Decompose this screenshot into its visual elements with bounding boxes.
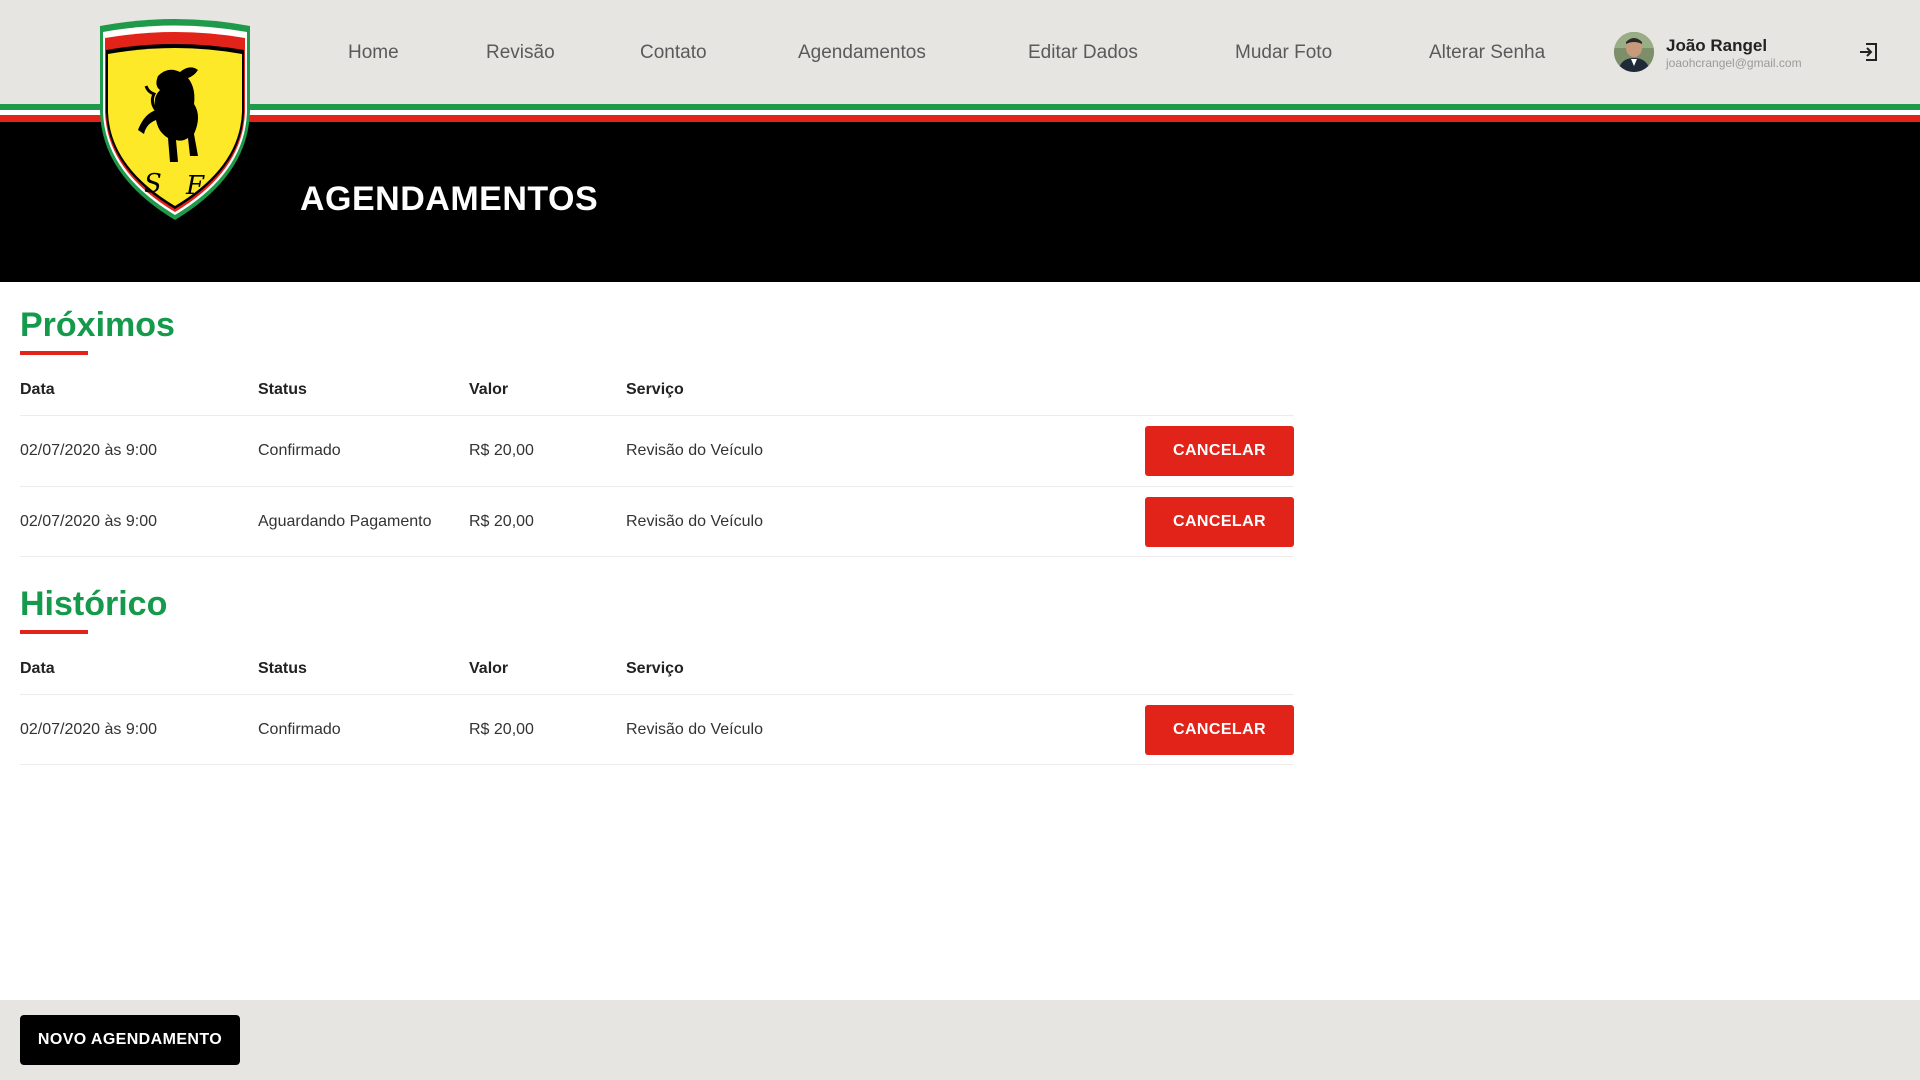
col-status: Status (258, 660, 307, 677)
svg-text:F: F (185, 171, 205, 201)
col-servico: Serviço (626, 660, 684, 677)
table-row: 02/07/2020 às 9:00 Confirmado R$ 20,00 R… (20, 415, 1294, 486)
row-date: 02/07/2020 às 9:00 (20, 513, 158, 530)
row-value: R$ 20,00 (469, 442, 534, 459)
cancel-button[interactable]: CANCELAR (1145, 497, 1294, 547)
cancel-button[interactable]: CANCELAR (1145, 426, 1294, 476)
upcoming-table-body: 02/07/2020 às 9:00 Confirmado R$ 20,00 R… (20, 415, 1294, 557)
stripe-red (0, 115, 1920, 122)
row-date: 02/07/2020 às 9:00 (20, 442, 158, 459)
row-service: Revisão do Veículo (626, 513, 763, 530)
col-valor: Valor (469, 660, 509, 677)
row-status: Aguardando Pagamento (258, 513, 432, 530)
nav-contato[interactable]: Contato (640, 42, 707, 64)
user-name: João Rangel (1666, 36, 1768, 55)
ferrari-shield-logo-icon[interactable]: S F (98, 16, 252, 220)
history-table-body: 02/07/2020 às 9:00 Confirmado R$ 20,00 R… (20, 694, 1294, 765)
col-status: Status (258, 381, 307, 398)
row-date: 02/07/2020 às 9:00 (20, 721, 158, 738)
row-status: Confirmado (258, 442, 341, 459)
row-service: Revisão do Veículo (626, 721, 763, 738)
nav-home[interactable]: Home (348, 42, 399, 64)
table-row: 02/07/2020 às 9:00 Aguardando Pagamento … (20, 486, 1294, 557)
row-value: R$ 20,00 (469, 513, 534, 530)
table-header: Data Status Valor Serviço (20, 634, 1294, 694)
top-navbar: Home Revisão Contato Agendamentos Editar… (0, 0, 1920, 104)
page-hero: AGENDAMENTOS (0, 122, 1920, 282)
col-data: Data (20, 381, 55, 398)
page-title: AGENDAMENTOS (300, 180, 599, 218)
col-valor: Valor (469, 381, 509, 398)
history-title: Histórico (20, 585, 168, 623)
logout-icon[interactable] (1858, 42, 1878, 62)
cancel-button[interactable]: CANCELAR (1145, 705, 1294, 755)
svg-text:S: S (144, 169, 162, 199)
upcoming-title: Próximos (20, 306, 175, 344)
col-servico: Serviço (626, 381, 684, 398)
row-value: R$ 20,00 (469, 721, 534, 738)
nav-alterar-senha[interactable]: Alterar Senha (1429, 42, 1545, 64)
user-email: joaohcrangel@gmail.com (1666, 56, 1802, 70)
row-service: Revisão do Veículo (626, 442, 763, 459)
new-appointment-button[interactable]: NOVO AGENDAMENTO (20, 1015, 240, 1065)
table-header: Data Status Valor Serviço (20, 355, 1294, 415)
nav-agendamentos[interactable]: Agendamentos (798, 42, 926, 64)
nav-revisao[interactable]: Revisão (486, 42, 555, 64)
nav-mudar-foto[interactable]: Mudar Foto (1235, 42, 1332, 64)
table-row: 02/07/2020 às 9:00 Confirmado R$ 20,00 R… (20, 694, 1294, 765)
col-data: Data (20, 660, 55, 677)
upcoming-section: Próximos Data Status Valor Serviço 02/07… (20, 306, 1294, 557)
user-profile[interactable]: João Rangel joaohcrangel@gmail.com (1614, 32, 1834, 72)
footer-bar: NOVO AGENDAMENTO (0, 1000, 1920, 1080)
history-section: Histórico Data Status Valor Serviço 02/0… (20, 585, 1294, 765)
avatar (1614, 32, 1654, 72)
row-status: Confirmado (258, 721, 341, 738)
nav-editar-dados[interactable]: Editar Dados (1028, 42, 1138, 64)
